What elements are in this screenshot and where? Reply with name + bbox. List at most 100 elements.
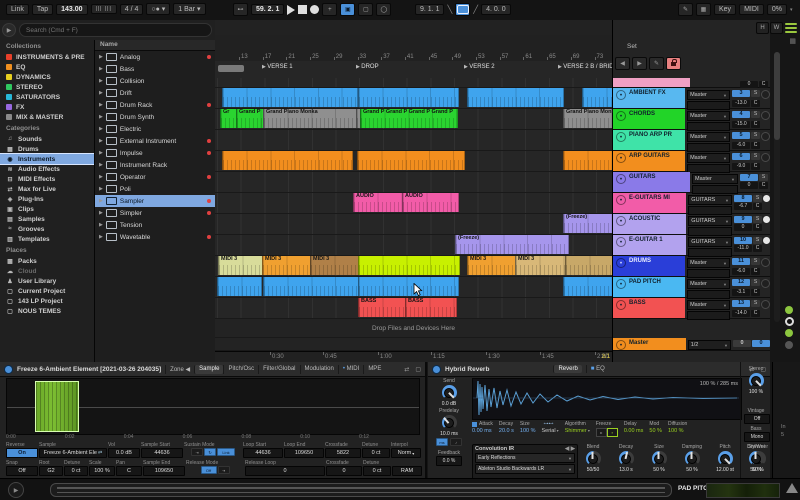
track-header-e-guitar-1[interactable]: ▾ E-GUITAR 1 GUITARS ▼ 10 S -11.0 C — [613, 235, 771, 257]
arrangement-position[interactable]: 59. 2. 1 — [251, 4, 285, 15]
loop-button[interactable] — [455, 3, 471, 16]
solo-button[interactable]: S — [759, 174, 768, 181]
sampler-tab-mpe[interactable]: MPE — [363, 364, 385, 374]
status-circle-green[interactable] — [785, 306, 793, 314]
clip-midi-3[interactable]: MIDI 3 — [262, 256, 312, 275]
lane-ambient-fx[interactable] — [215, 88, 614, 109]
arm-button[interactable] — [761, 258, 770, 267]
track-number[interactable]: 8 — [734, 195, 752, 202]
capture-midi-button[interactable]: ◯ — [376, 3, 392, 16]
sampler-tab-sample[interactable]: Sample — [194, 364, 224, 374]
fold-icon[interactable]: ▾ — [616, 90, 626, 100]
track-name[interactable]: ▾ BASS — [613, 298, 686, 318]
track-name[interactable] — [613, 78, 690, 87]
param-value[interactable]: On — [6, 448, 38, 458]
param-value[interactable]: Off ⇥ — [186, 466, 244, 474]
selected-clip-thumbnail[interactable] — [706, 483, 780, 498]
device-on-led[interactable] — [432, 364, 441, 374]
ir-prev-next-arrows[interactable]: ◀ ▶ — [565, 446, 575, 452]
damping-knob[interactable] — [684, 451, 700, 466]
track-name[interactable]: ▾ AMBIENT FX — [613, 88, 686, 108]
track-number[interactable]: 13 — [732, 300, 750, 307]
param-value[interactable]: 0 ct — [362, 448, 390, 458]
loop-start-field[interactable]: 9. 1. 1 — [415, 4, 445, 15]
sample-waveform-display[interactable] — [6, 378, 420, 435]
clip[interactable] — [467, 88, 564, 107]
param-value[interactable]: 109650 — [284, 448, 324, 458]
clip[interactable] — [358, 88, 459, 107]
lane-master[interactable] — [215, 338, 612, 351]
routing-select[interactable]: GUITARS ▼ — [688, 195, 732, 205]
track-number[interactable]: 4 — [732, 111, 750, 118]
freeze-icon[interactable]: ▪ — [606, 428, 618, 437]
volume-value[interactable]: -13.0 — [732, 100, 750, 107]
punch-out-button[interactable]: ╱ — [473, 5, 478, 14]
track-name[interactable]: ▾ PIANO ARP PR — [613, 130, 686, 150]
collection-item-fx[interactable]: FX — [0, 102, 94, 112]
track-number[interactable]: 9 — [734, 216, 752, 223]
computer-midi-keyboard-icon[interactable]: ▦ — [696, 3, 711, 16]
reverb-param-value[interactable]: 100 % — [668, 428, 687, 436]
volume-value[interactable]: -6.7 — [734, 203, 752, 210]
solo-button[interactable]: S — [753, 216, 762, 223]
predelay-knob[interactable] — [441, 415, 457, 430]
expander-icon[interactable]: ▶ — [99, 78, 103, 84]
param-value[interactable]: 44636 — [141, 448, 183, 458]
lane-e-guitar-1[interactable]: (Freeze) — [215, 235, 612, 256]
reverb-param-value[interactable]: 100 % — [520, 428, 536, 436]
solo-button[interactable]: S — [751, 111, 760, 118]
sampler-tab-zone[interactable]: Zone ◀ — [165, 364, 194, 374]
expander-icon[interactable]: ▶ — [99, 102, 103, 108]
fold-icon[interactable]: ▾ — [616, 216, 626, 226]
solo-button[interactable]: S — [751, 132, 760, 139]
locator-verse-2-b-brid[interactable]: VERSE 2 B / BRID — [558, 64, 613, 70]
device-item-simpler[interactable]: ▶ Simpler — [95, 207, 215, 219]
volume-value[interactable]: 0 — [740, 81, 758, 88]
track-number[interactable]: 11 — [732, 258, 750, 265]
cpu-menu-arrow[interactable]: ▾ — [790, 7, 793, 13]
pan-value[interactable]: C — [753, 203, 762, 210]
arm-button[interactable] — [761, 300, 770, 309]
lane-partial[interactable] — [215, 78, 612, 88]
clip-grand-piano-monka[interactable]: Grand Piano Monka — [263, 109, 357, 128]
sidebar-item-sounds[interactable]: ♫ Sounds — [0, 134, 94, 144]
lock-icon[interactable] — [666, 57, 681, 70]
solo-button[interactable]: S — [751, 258, 760, 265]
sidebar-item-clips[interactable]: ▣ Clips — [0, 204, 94, 214]
browser-toggle-icon[interactable]: ▶ — [2, 23, 16, 37]
reverb-param-value[interactable]: 0.00 ms — [624, 428, 644, 436]
arm-button[interactable] — [761, 90, 770, 99]
freeze-in-icon[interactable]: ▸ — [595, 428, 607, 437]
arm-button[interactable] — [763, 237, 770, 244]
solo-button[interactable]: S — [751, 300, 760, 307]
device-item-bass[interactable]: ▶ Bass — [95, 63, 215, 75]
tap-button[interactable]: Tap — [31, 3, 54, 15]
clip--freeze-[interactable]: (Freeze) — [455, 235, 569, 254]
param-value[interactable]: 44636 — [243, 448, 283, 458]
pitch-knob[interactable] — [717, 451, 733, 466]
name-column-header[interactable]: Name — [95, 40, 215, 51]
draw-mode-icon[interactable]: ✎ — [678, 3, 693, 16]
clip[interactable] — [358, 256, 460, 275]
clip[interactable] — [357, 151, 465, 170]
routing-select[interactable]: Master ▼ — [687, 111, 730, 121]
device-on-led[interactable] — [4, 364, 13, 374]
expander-icon[interactable]: ▶ — [99, 210, 103, 216]
device-item-tension[interactable]: ▶ Tension — [95, 219, 215, 231]
play-button[interactable] — [287, 4, 296, 15]
fold-icon[interactable]: ▾ — [616, 340, 626, 350]
locator-verse-1[interactable]: VERSE 1 — [262, 64, 292, 70]
solo-button[interactable]: S — [751, 279, 760, 286]
status-circle-green2[interactable] — [785, 329, 793, 337]
volume-value[interactable]: -3.1 — [732, 289, 750, 296]
note-sync-icon[interactable]: ♪ — [450, 438, 462, 446]
vintage-value[interactable]: Off — [744, 414, 770, 424]
link-button[interactable]: Link — [217, 448, 235, 456]
reverb-param-value[interactable]: Serial ▾ — [542, 428, 559, 436]
vertical-scrollbar[interactable] — [774, 52, 780, 322]
reverb-param-value[interactable]: 0.00 ms — [472, 428, 493, 436]
fold-icon[interactable]: ▾ — [616, 300, 626, 310]
send-knob[interactable] — [441, 385, 457, 400]
sends-box[interactable] — [687, 311, 730, 320]
track-number[interactable]: 7 — [740, 174, 758, 181]
